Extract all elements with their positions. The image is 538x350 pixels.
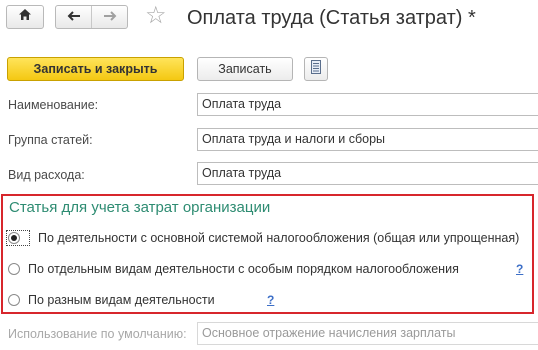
- save-button[interactable]: Записать: [197, 57, 293, 81]
- help-link[interactable]: ?: [267, 293, 274, 307]
- document-list-icon: [311, 59, 321, 79]
- page-title: Оплата труда (Статья затрат) *: [187, 7, 476, 29]
- cost-group-title: Статья для учета затрат организации: [9, 199, 271, 216]
- save-and-close-button[interactable]: Записать и закрыть: [7, 57, 184, 81]
- default-usage-field: Основное отражение начисления зарплаты: [197, 322, 538, 345]
- back-button[interactable]: [56, 6, 91, 28]
- forward-button[interactable]: [91, 6, 127, 28]
- option-different-activities[interactable]: По разным видам деятельности: [8, 293, 215, 307]
- option-special-taxation[interactable]: По отдельным видам деятельности с особым…: [8, 262, 459, 276]
- radio-dot: [11, 235, 17, 241]
- radio-button[interactable]: [8, 263, 20, 275]
- default-usage-label: Использование по умолчанию:: [8, 327, 187, 341]
- option-main-taxation[interactable]: По деятельности с основной системой нало…: [6, 230, 520, 246]
- expense-type-field[interactable]: Оплата труда: [197, 162, 538, 185]
- name-field[interactable]: Оплата труда: [197, 93, 538, 116]
- option-label: По отдельным видам деятельности с особым…: [28, 262, 459, 276]
- home-button[interactable]: [6, 5, 44, 29]
- option-label: По разным видам деятельности: [28, 293, 215, 307]
- arrow-right-icon: [103, 8, 117, 26]
- report-button[interactable]: [304, 57, 328, 81]
- star-icon[interactable]: ☆: [145, 4, 167, 28]
- arrow-left-icon: [67, 8, 81, 26]
- radio-button-selected[interactable]: [8, 232, 20, 244]
- radio-button[interactable]: [8, 294, 20, 306]
- group-label: Группа статей:: [8, 133, 93, 147]
- group-field[interactable]: Оплата труда и налоги и сборы: [197, 128, 538, 151]
- option-label: По деятельности с основной системой нало…: [38, 231, 520, 245]
- radio-focus-frame: [6, 230, 30, 246]
- home-icon: [18, 8, 32, 26]
- expense-type-label: Вид расхода:: [8, 168, 85, 182]
- name-label: Наименование:: [8, 98, 99, 112]
- navigation-arrows: [55, 5, 128, 29]
- help-link[interactable]: ?: [516, 262, 523, 276]
